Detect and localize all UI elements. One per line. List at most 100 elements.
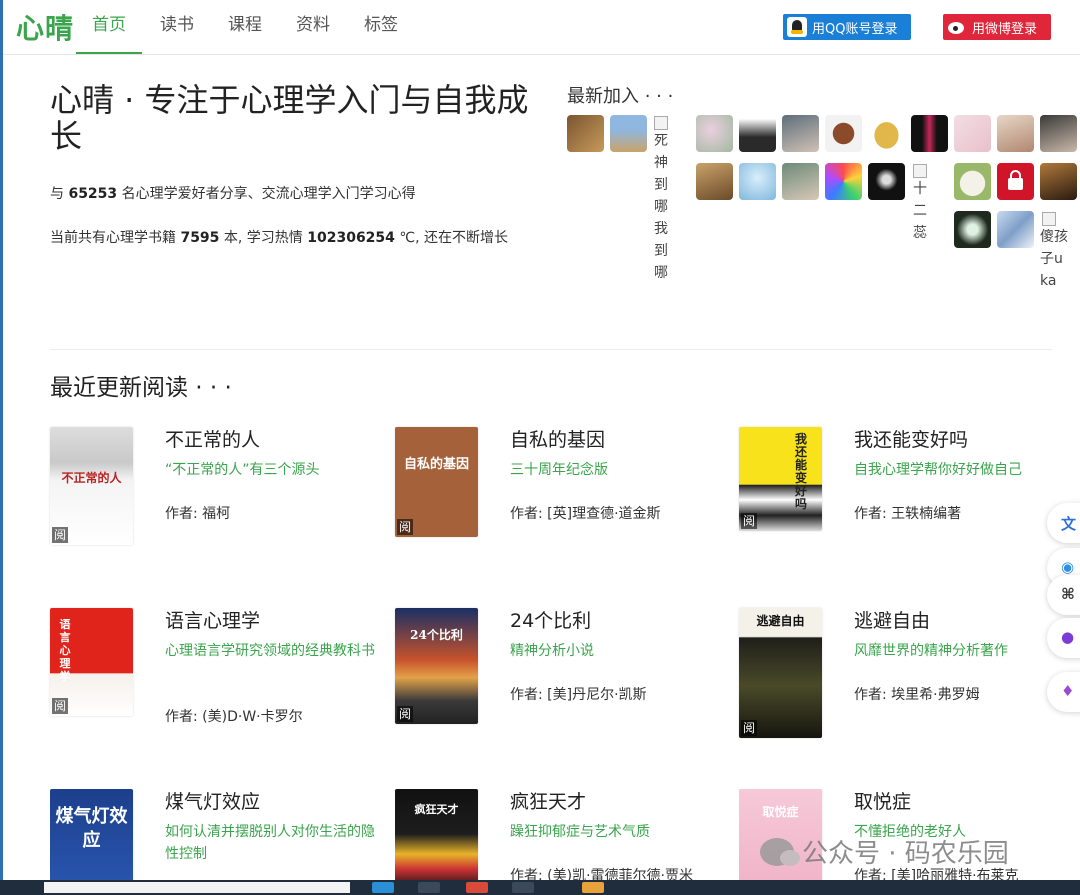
member-avatar[interactable]	[782, 115, 819, 152]
author-name: [美]丹尼尔·凯斯	[547, 687, 647, 703]
qq-icon	[787, 17, 807, 37]
member-avatar[interactable]	[954, 163, 991, 200]
book-title[interactable]: 语言心理学	[165, 606, 260, 633]
member-name: 傻孩子uka	[1040, 229, 1068, 289]
recent-reading-title: 最近更新阅读 · · ·	[50, 375, 232, 401]
book-cover[interactable]: 24个比利 阅	[395, 608, 478, 724]
broken-image-icon	[654, 116, 668, 130]
broken-image-icon	[913, 164, 927, 178]
member-avatar[interactable]	[825, 115, 862, 152]
member-stats: 与 65253 名心理学爱好者分享、交流心理学入门学习心得	[50, 183, 416, 203]
book-author: 作者: (美)凯·雷德菲尔德·贾米	[510, 865, 693, 880]
nav-resources[interactable]: 资料	[280, 0, 346, 52]
member-avatar[interactable]	[997, 163, 1034, 200]
grid-icon: ⌘	[1061, 585, 1075, 603]
member-avatar[interactable]	[911, 115, 948, 152]
member-avatar[interactable]	[739, 115, 776, 152]
book-cover-title: 我还能变好吗	[794, 432, 807, 511]
section-divider	[50, 349, 1052, 350]
nav-tags[interactable]: 标签	[348, 0, 414, 52]
author-prefix: 作者:	[854, 506, 892, 522]
book-cover[interactable]: 煤气灯效应	[50, 789, 133, 880]
qq-login-label: 用QQ账号登录	[812, 21, 898, 37]
book-item[interactable]: 24个比利 阅 24个比利 精神分析小说 作者: [美]丹尼尔·凯斯	[395, 608, 725, 768]
member-avatar[interactable]	[782, 163, 819, 200]
book-stats-prefix: 当前共有心理学书籍	[50, 230, 181, 246]
read-badge: 阅	[397, 519, 413, 535]
book-cover[interactable]: 逃避自由 阅	[739, 608, 822, 738]
book-cover[interactable]: 语言心理学 阅	[50, 608, 133, 716]
broken-image-icon	[1042, 212, 1056, 226]
book-item[interactable]: 疯狂天才 疯狂天才 躁狂抑郁症与艺术气质 作者: (美)凯·雷德菲尔德·贾米	[395, 789, 725, 880]
wechat-watermark: 公众号 · 码农乐园	[760, 833, 1009, 870]
book-cover[interactable]: 我还能变好吗 阅	[739, 427, 822, 531]
member-broken-avatar[interactable]: 傻孩子uka	[1040, 210, 1068, 292]
member-avatar[interactable]	[868, 115, 905, 152]
book-description: 精神分析小说	[510, 643, 594, 659]
wechat-icon	[760, 837, 800, 866]
taskbar-search-box[interactable]	[44, 882, 350, 893]
member-avatar[interactable]	[739, 163, 776, 200]
book-title[interactable]: 自私的基因	[510, 425, 605, 452]
member-avatar[interactable]	[1040, 115, 1077, 152]
author-name: 埃里希·弗罗姆	[891, 687, 980, 703]
member-broken-avatar[interactable]: 十二蕊	[911, 162, 929, 244]
book-stats-suffix: ℃, 还在不断增长	[394, 230, 508, 246]
nav-books[interactable]: 读书	[144, 0, 210, 52]
book-title[interactable]: 不正常的人	[165, 425, 260, 452]
member-avatar[interactable]	[997, 115, 1034, 152]
main-nav: 首页 读书 课程 资料 标签	[76, 0, 416, 54]
book-cover[interactable]: 自私的基因 阅	[395, 427, 478, 537]
book-stats-mid: 本, 学习热情	[219, 230, 308, 246]
translate-tool-button[interactable]: 文	[1047, 503, 1080, 543]
book-cover[interactable]: 不正常的人 阅	[50, 427, 133, 545]
idea-tool-button[interactable]: ♦	[1047, 672, 1080, 712]
site-logo[interactable]: 心晴	[16, 7, 74, 47]
taskbar-app-icon[interactable]	[466, 882, 488, 893]
read-badge: 阅	[397, 706, 413, 722]
book-description: 三十周年纪念版	[510, 462, 608, 478]
member-avatar[interactable]	[1040, 163, 1077, 200]
book-description: 自我心理学帮你好好做自己	[854, 462, 1022, 478]
book-item[interactable]: 语言心理学 阅 语言心理学 心理语言学研究领域的经典教科书 作者: (美)D·W…	[50, 608, 380, 768]
member-avatar[interactable]	[567, 115, 604, 152]
member-avatar[interactable]	[696, 115, 733, 152]
nav-courses[interactable]: 课程	[212, 0, 278, 52]
book-item[interactable]: 煤气灯效应 煤气灯效应 如何认清并摆脱别人对你生活的隐性控制	[50, 789, 380, 880]
member-avatar[interactable]	[610, 115, 647, 152]
chat-icon: ◉	[1061, 558, 1075, 576]
weibo-login-button[interactable]: 用微博登录	[943, 14, 1051, 40]
member-avatar[interactable]	[825, 163, 862, 200]
member-avatar[interactable]	[997, 211, 1034, 248]
book-title[interactable]: 煤气灯效应	[165, 789, 260, 814]
book-title[interactable]: 疯狂天才	[510, 789, 586, 814]
book-title[interactable]: 我还能变好吗	[854, 425, 968, 452]
book-title[interactable]: 24个比利	[510, 606, 591, 633]
book-title[interactable]: 取悦症	[854, 789, 911, 814]
book-cover[interactable]: 疯狂天才	[395, 789, 478, 880]
qq-login-button[interactable]: 用QQ账号登录	[783, 14, 911, 40]
book-title[interactable]: 逃避自由	[854, 606, 930, 633]
book-item[interactable]: 逃避自由 阅 逃避自由 风靡世界的精神分析著作 作者: 埃里希·弗罗姆	[739, 608, 1069, 768]
taskbar-app-icon[interactable]	[512, 882, 534, 893]
member-avatar[interactable]	[954, 115, 991, 152]
grid-tool-button[interactable]: ⌘	[1047, 575, 1080, 615]
taskbar-app-icon[interactable]	[582, 882, 604, 893]
member-avatar[interactable]	[868, 163, 905, 200]
member-avatar[interactable]	[954, 211, 991, 248]
book-item[interactable]: 我还能变好吗 阅 我还能变好吗 自我心理学帮你好好做自己 作者: 王轶楠编著	[739, 427, 1069, 587]
book-item[interactable]: 不正常的人 阅 不正常的人 “不正常的人”有三个源头 作者: 福柯	[50, 427, 380, 587]
taskbar-app-icon[interactable]	[418, 882, 440, 893]
book-item[interactable]: 自私的基因 阅 自私的基因 三十周年纪念版 作者: [英]理查德·道金斯	[395, 427, 725, 587]
book-count: 7595	[180, 230, 220, 246]
author-name: [英]理查德·道金斯	[547, 506, 661, 522]
author-prefix: 作者:	[510, 506, 548, 522]
assistant-icon: ●	[1061, 628, 1075, 646]
member-broken-avatar[interactable]: 死神到哪我到哪	[652, 114, 670, 284]
member-avatar[interactable]	[696, 163, 733, 200]
weibo-icon	[947, 17, 967, 37]
assistant-tool-button[interactable]: ●	[1047, 618, 1080, 658]
nav-home[interactable]: 首页	[76, 0, 142, 54]
member-stats-prefix: 与	[50, 186, 69, 202]
taskbar-app-icon[interactable]	[372, 882, 394, 893]
